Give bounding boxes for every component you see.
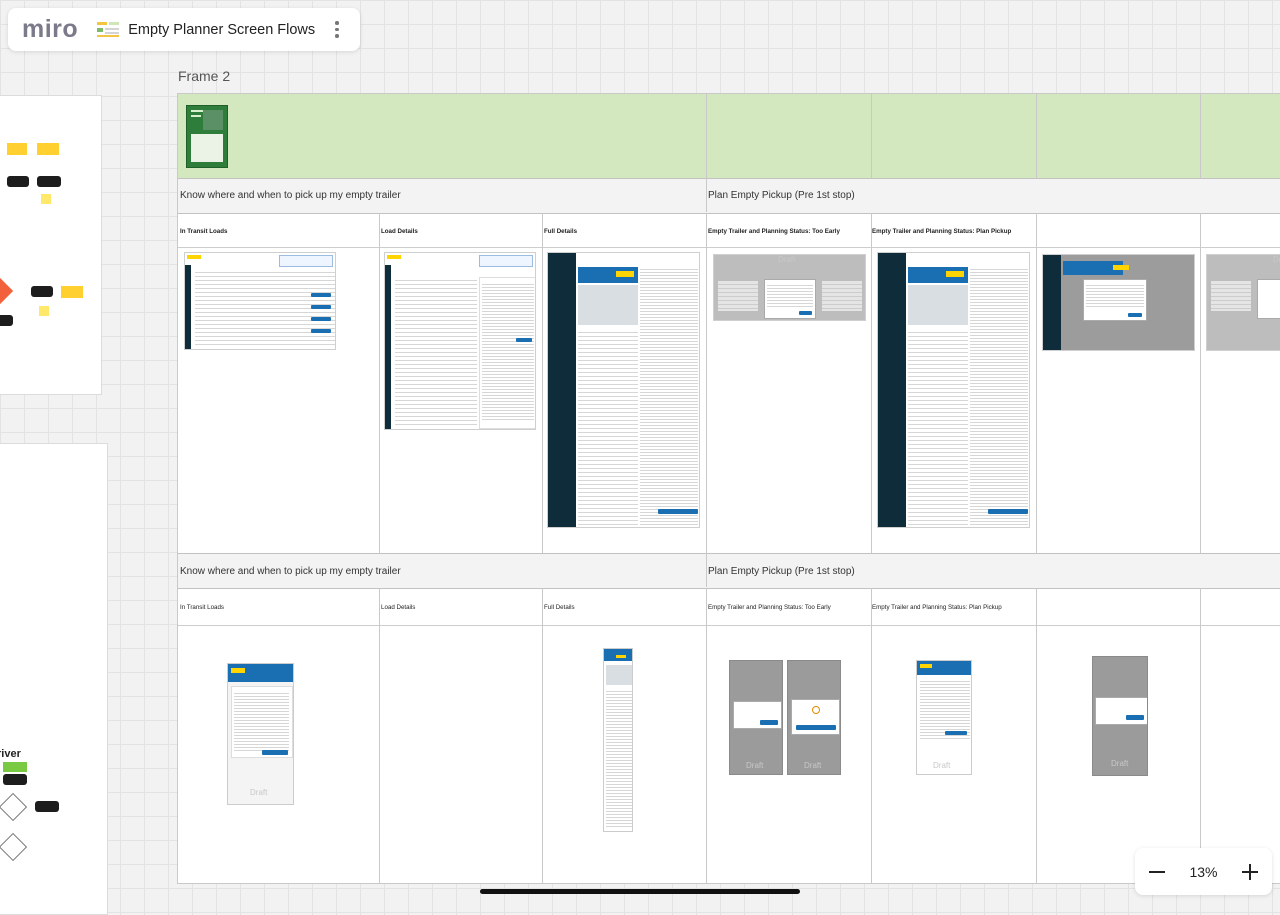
flow-box[interactable] — [35, 801, 59, 812]
decision-diamond[interactable] — [0, 792, 28, 822]
frame-header-band — [178, 94, 1280, 179]
zoom-control: 13% — [1135, 848, 1272, 895]
screen-too-early[interactable]: Draft — [713, 254, 866, 321]
mobile-full-details[interactable] — [603, 648, 633, 832]
board-toolbar: miro Empty Planner Screen Flows — [8, 8, 360, 51]
side-flow-card-bottom[interactable]: river — [0, 443, 108, 915]
kebab-icon[interactable] — [328, 18, 346, 42]
side-flow-card-top[interactable] — [0, 95, 102, 395]
mobile-too-early-2[interactable]: Draft — [787, 660, 841, 775]
column-title[interactable]: Load Details — [381, 228, 418, 235]
column-title[interactable]: Empty Trailer and Planning Status: Plan … — [872, 228, 1011, 235]
sticky-note[interactable] — [41, 194, 51, 204]
sticky-note[interactable] — [37, 143, 59, 155]
mobile-plan-empty-dialog[interactable]: Draft — [1092, 656, 1148, 776]
board-thumbnail-icon — [96, 20, 122, 40]
sticky-note[interactable] — [7, 143, 27, 155]
board-title[interactable]: Empty Planner Screen Flows — [128, 22, 328, 38]
flow-box[interactable] — [3, 774, 27, 785]
column-title[interactable]: Full Details — [544, 604, 575, 611]
flow-box[interactable] — [7, 176, 29, 187]
screen-full-details[interactable] — [547, 252, 700, 528]
column-title[interactable]: In Transit Loads — [180, 604, 224, 611]
frame-2[interactable]: Know where and when to pick up my empty … — [177, 93, 1280, 884]
cover-thumbnail[interactable] — [186, 105, 228, 168]
column-title[interactable]: Empty Trailer and Planning Status: Too E… — [708, 228, 840, 235]
screen-plan-pickup[interactable] — [877, 252, 1030, 528]
sticky-note[interactable] — [39, 306, 49, 316]
group-label[interactable]: Plan Empty Pickup (Pre 1st stop) — [708, 190, 855, 201]
group-label[interactable]: Know where and when to pick up my empty … — [180, 566, 401, 577]
mobile-in-transit[interactable]: Draft — [227, 663, 294, 805]
column-title[interactable]: Empty Trailer and Planning Status: Plan … — [872, 604, 1002, 611]
home-indicator — [480, 889, 800, 894]
plus-icon[interactable] — [1238, 860, 1262, 884]
column-title[interactable]: Full Details — [544, 228, 577, 235]
flow-box[interactable] — [31, 286, 53, 297]
group-label[interactable]: Know where and when to pick up my empty … — [180, 190, 401, 201]
screen-partial[interactable]: Draft — [1206, 254, 1280, 351]
side-card-label: river — [0, 748, 21, 760]
screen-in-transit-loads[interactable] — [184, 252, 336, 350]
mobile-plan-pickup[interactable]: Draft — [916, 660, 972, 775]
green-note[interactable] — [3, 762, 27, 772]
frame-label[interactable]: Frame 2 — [178, 68, 230, 84]
minus-icon[interactable] — [1145, 860, 1169, 884]
screen-load-details[interactable] — [384, 252, 536, 430]
sticky-note[interactable] — [61, 286, 83, 298]
group-label[interactable]: Plan Empty Pickup (Pre 1st stop) — [708, 566, 855, 577]
zoom-level: 13% — [1189, 863, 1218, 880]
screen-plan-empty-dialog[interactable] — [1042, 254, 1195, 351]
flow-box[interactable] — [0, 315, 13, 326]
decision-diamond[interactable] — [0, 832, 28, 862]
column-title[interactable]: Load Details — [381, 604, 415, 611]
column-title[interactable]: Empty Trailer and Planning Status: Too E… — [708, 604, 831, 611]
mobile-too-early-1[interactable]: Draft — [729, 660, 783, 775]
flow-box[interactable] — [37, 176, 61, 187]
miro-logo[interactable]: miro — [22, 15, 78, 44]
column-title[interactable]: In Transit Loads — [180, 228, 227, 235]
decision-diamond[interactable] — [0, 276, 14, 306]
